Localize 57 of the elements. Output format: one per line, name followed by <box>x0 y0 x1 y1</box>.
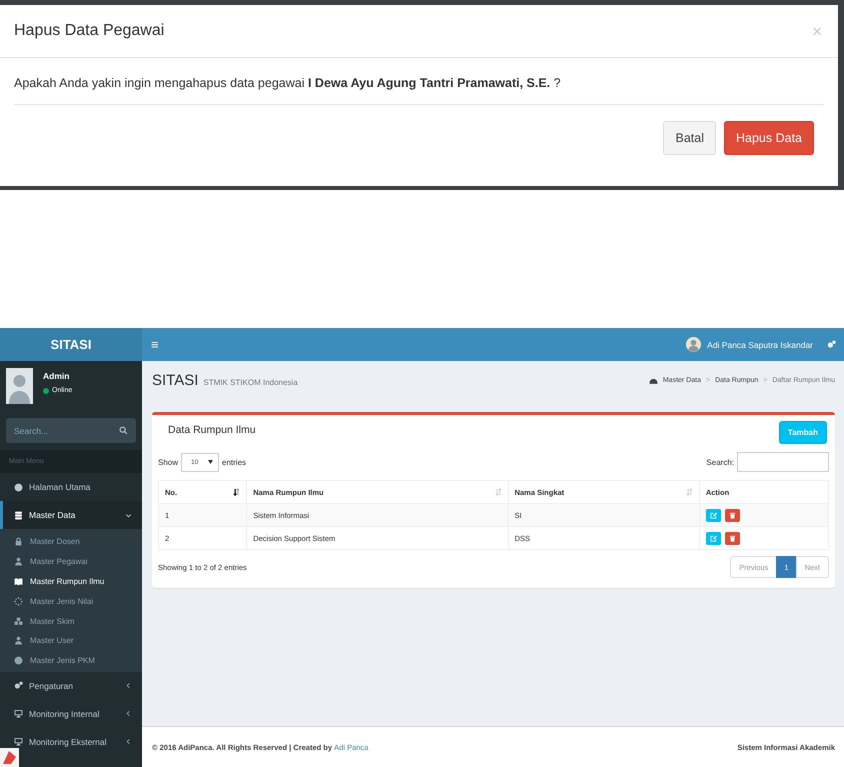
cancel-button[interactable]: Batal <box>663 121 716 155</box>
confirm-message: Apakah Anda yakin ingin mengahapus data pegawai I Dewa Ayu Agung Tantri Pramawati, S.E. ? <box>14 76 824 105</box>
status-dot-icon <box>43 388 49 394</box>
submenu-item[interactable]: Master User <box>0 630 142 651</box>
user-avatar <box>686 337 702 352</box>
submenu-item[interactable]: Master Dosen <box>0 532 142 552</box>
length-label: Show <box>158 458 178 466</box>
submenu-item[interactable]: Master Rumpun Ilmu <box>0 572 142 592</box>
menu-item[interactable]: Monitoring Internal <box>0 700 142 728</box>
user-name: Admin <box>43 371 70 381</box>
app-logo[interactable]: SITASI <box>0 328 142 361</box>
submenu-item[interactable]: Master Pegawai <box>0 552 142 572</box>
submenu-item[interactable]: Master Skim <box>0 611 142 631</box>
monitor-icon <box>14 709 23 718</box>
sort-ascending-icon <box>233 488 240 496</box>
panel-title: Data Rumpun Ilmu <box>168 423 256 436</box>
menu-item[interactable]: Halaman Utama <box>0 473 142 501</box>
menu-toggle-button[interactable]: ≡ <box>151 338 159 351</box>
search-input[interactable] <box>737 452 829 472</box>
chevron-left-icon <box>125 682 132 690</box>
page-subtitle: STMIK STIKOM Indonesia <box>203 378 298 387</box>
chevron-down-icon <box>125 512 132 518</box>
search-field[interactable]: Search... <box>6 418 136 443</box>
spinner-icon <box>14 596 23 606</box>
edit-icon <box>710 534 717 542</box>
user-menu[interactable]: Adi Panca Saputra Iskandar <box>686 337 813 352</box>
modal-title: Hapus Data Pegawai <box>14 22 164 40</box>
delete-button[interactable] <box>724 532 740 544</box>
length-label: entries <box>222 458 246 466</box>
sort-icon <box>494 488 502 496</box>
search-label: Search: <box>706 458 734 466</box>
caret-icon <box>208 460 214 464</box>
page-title: SITASI <box>152 372 198 389</box>
menu-item[interactable]: Master Data <box>0 501 142 529</box>
database-icon <box>14 510 23 520</box>
edit-icon <box>710 512 717 518</box>
search-icon <box>119 426 128 435</box>
chevron-left-icon <box>125 738 132 746</box>
menu-item[interactable]: Pengaturan <box>0 672 142 700</box>
trash-icon <box>728 512 736 518</box>
chevron-left-icon <box>125 710 132 718</box>
person-icon <box>14 557 23 566</box>
sort-icon <box>686 488 693 496</box>
submenu-item[interactable]: Master Jenis PKM <box>0 650 142 671</box>
book-icon <box>14 576 23 586</box>
submenu-item[interactable]: Master Jenis Nilai <box>0 591 142 612</box>
delete-button[interactable] <box>724 508 740 522</box>
lock-icon <box>14 537 23 546</box>
extension-icon[interactable] <box>0 748 19 767</box>
delete-button[interactable]: Hapus Data <box>724 121 814 155</box>
menu-item[interactable]: Monitoring Eksternal <box>0 728 142 756</box>
monitor-icon <box>14 737 23 746</box>
edit-button[interactable] <box>706 508 721 522</box>
trash-icon <box>728 534 736 542</box>
edit-button[interactable] <box>706 532 721 544</box>
person-icon <box>14 636 23 646</box>
cubes-icon <box>14 616 23 626</box>
